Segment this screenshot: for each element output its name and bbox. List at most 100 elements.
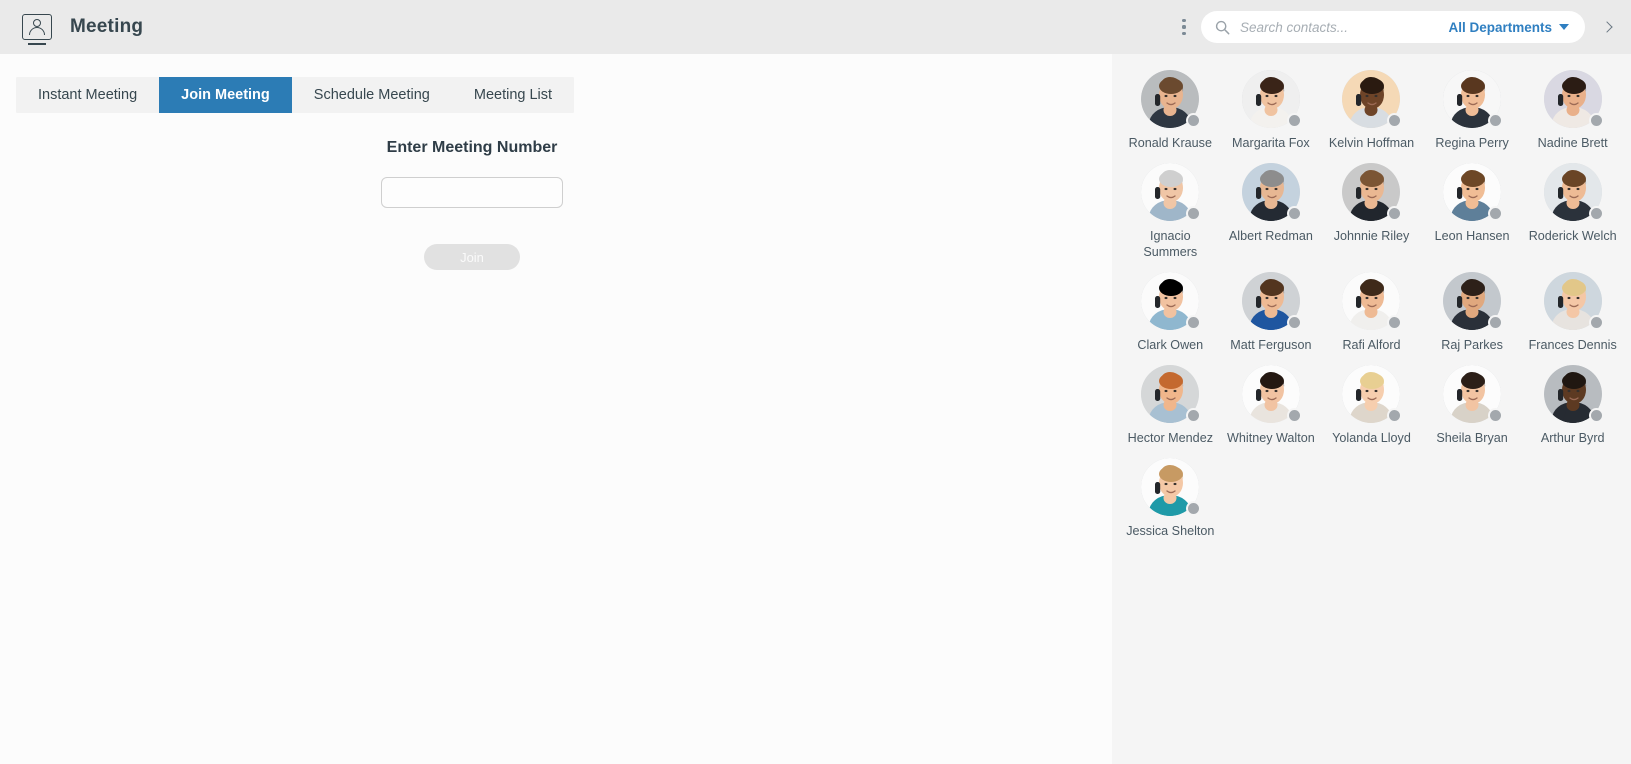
meeting-number-input[interactable] xyxy=(381,177,563,208)
status-badge xyxy=(1488,113,1504,128)
avatar-wrapper xyxy=(1141,365,1202,423)
contact-card[interactable]: Raj Parkes xyxy=(1422,266,1523,353)
status-badge xyxy=(1186,501,1202,516)
avatar-wrapper xyxy=(1241,272,1302,330)
kebab-menu-icon[interactable] xyxy=(1173,14,1195,40)
contact-card[interactable]: Margarita Fox xyxy=(1221,64,1322,151)
department-filter-dropdown[interactable]: All Departments xyxy=(1448,20,1573,35)
contact-name: Albert Redman xyxy=(1228,229,1313,243)
avatar-wrapper xyxy=(1342,272,1403,330)
contact-card[interactable]: Nadine Brett xyxy=(1522,64,1623,151)
contact-card[interactable]: Yolanda Lloyd xyxy=(1321,359,1422,446)
contact-name: Clark Owen xyxy=(1137,338,1204,352)
meeting-app: Meeting All Departments xyxy=(0,0,1631,764)
status-badge xyxy=(1387,315,1403,330)
avatar-wrapper xyxy=(1342,365,1403,423)
header-right-group: All Departments xyxy=(1173,0,1631,54)
tab-label: Instant Meeting xyxy=(38,87,138,103)
join-meeting-form: Enter Meeting Number Join xyxy=(0,139,944,270)
page-title: Meeting xyxy=(70,16,144,37)
contact-card[interactable]: Ignacio Summers xyxy=(1120,157,1221,260)
status-badge xyxy=(1588,113,1604,128)
tab-join-meeting[interactable]: Join Meeting xyxy=(159,77,292,113)
contact-card[interactable]: Whitney Walton xyxy=(1221,359,1322,446)
status-badge xyxy=(1488,206,1504,221)
status-badge xyxy=(1286,113,1302,128)
app-header: Meeting All Departments xyxy=(0,0,1631,54)
kebab-dot xyxy=(1182,18,1186,22)
contact-name: Johnnie Riley xyxy=(1333,229,1410,243)
tab-label: Join Meeting xyxy=(181,87,270,103)
contact-name: Leon Hansen xyxy=(1434,229,1510,243)
search-bar: All Departments xyxy=(1201,11,1585,43)
contact-name: Kelvin Hoffman xyxy=(1328,136,1415,150)
contact-name: Regina Perry xyxy=(1435,136,1509,150)
avatar-wrapper xyxy=(1241,70,1302,128)
contact-name: Jessica Shelton xyxy=(1126,524,1215,538)
tab-schedule-meeting[interactable]: Schedule Meeting xyxy=(292,77,452,113)
contact-name: Whitney Walton xyxy=(1227,431,1315,445)
status-badge xyxy=(1186,113,1202,128)
contact-card[interactable]: Jessica Shelton xyxy=(1120,452,1221,539)
chevron-down-icon xyxy=(1559,24,1569,30)
contact-card[interactable]: Roderick Welch xyxy=(1522,157,1623,260)
header-left-group: Meeting xyxy=(0,14,144,45)
avatar-wrapper xyxy=(1443,70,1504,128)
contact-name: Ronald Krause xyxy=(1128,136,1212,150)
contact-card[interactable]: Johnnie Riley xyxy=(1321,157,1422,260)
avatar-wrapper xyxy=(1443,163,1504,221)
kebab-dot xyxy=(1182,32,1186,36)
avatar-wrapper xyxy=(1342,163,1403,221)
contact-name: Yolanda Lloyd xyxy=(1332,431,1411,445)
main-content-pane: Instant Meeting Join Meeting Schedule Meet… xyxy=(0,54,1112,764)
status-badge xyxy=(1387,408,1403,423)
status-badge xyxy=(1186,206,1202,221)
avatar-wrapper xyxy=(1543,272,1604,330)
avatar-wrapper xyxy=(1141,70,1202,128)
join-button[interactable]: Join xyxy=(424,244,520,270)
contact-card[interactable]: Frances Dennis xyxy=(1522,266,1623,353)
tab-instant-meeting[interactable]: Instant Meeting xyxy=(16,77,159,113)
contact-card[interactable]: Clark Owen xyxy=(1120,266,1221,353)
monitor-person-body xyxy=(29,27,45,35)
contact-name: Roderick Welch xyxy=(1528,229,1617,243)
form-heading: Enter Meeting Number xyxy=(386,139,558,156)
contact-card[interactable]: Leon Hansen xyxy=(1422,157,1523,260)
monitor-person-head xyxy=(33,19,41,27)
contacts-pane[interactable]: Ronald Krause Margarita Fox Kelvin Hoffm… xyxy=(1112,54,1631,764)
status-badge xyxy=(1588,315,1604,330)
avatar-wrapper xyxy=(1443,272,1504,330)
contacts-grid: Ronald Krause Margarita Fox Kelvin Hoffm… xyxy=(1112,54,1631,539)
contact-name: Raj Parkes xyxy=(1441,338,1503,352)
status-badge xyxy=(1387,206,1403,221)
status-badge xyxy=(1588,206,1604,221)
chevron-right-icon[interactable] xyxy=(1597,14,1617,40)
contact-card[interactable]: Ronald Krause xyxy=(1120,64,1221,151)
contact-card[interactable]: Regina Perry xyxy=(1422,64,1523,151)
avatar-wrapper xyxy=(1342,70,1403,128)
contact-name: Nadine Brett xyxy=(1537,136,1608,150)
contact-card[interactable]: Rafi Alford xyxy=(1321,266,1422,353)
contact-name: Margarita Fox xyxy=(1232,136,1310,150)
status-badge xyxy=(1286,315,1302,330)
tab-meeting-list[interactable]: Meeting List xyxy=(452,77,574,113)
search-input[interactable] xyxy=(1238,18,1449,36)
status-badge xyxy=(1387,113,1403,128)
tab-label: Meeting List xyxy=(473,87,553,103)
avatar-wrapper xyxy=(1543,70,1604,128)
contact-card[interactable]: Hector Mendez xyxy=(1120,359,1221,446)
meeting-tabs: Instant Meeting Join Meeting Schedule Meet… xyxy=(16,77,575,113)
avatar-wrapper xyxy=(1241,163,1302,221)
avatar-wrapper xyxy=(1141,458,1202,516)
contact-card[interactable]: Arthur Byrd xyxy=(1522,359,1623,446)
chevron-right-glyph xyxy=(1601,21,1613,33)
avatar-wrapper xyxy=(1543,365,1604,423)
status-badge xyxy=(1286,206,1302,221)
contact-card[interactable]: Sheila Bryan xyxy=(1422,359,1523,446)
avatar-wrapper xyxy=(1141,163,1202,221)
contact-card[interactable]: Kelvin Hoffman xyxy=(1321,64,1422,151)
contact-name: Sheila Bryan xyxy=(1436,431,1508,445)
contact-card[interactable]: Albert Redman xyxy=(1221,157,1322,260)
contact-card[interactable]: Matt Ferguson xyxy=(1221,266,1322,353)
department-filter-label: All Departments xyxy=(1448,19,1552,35)
